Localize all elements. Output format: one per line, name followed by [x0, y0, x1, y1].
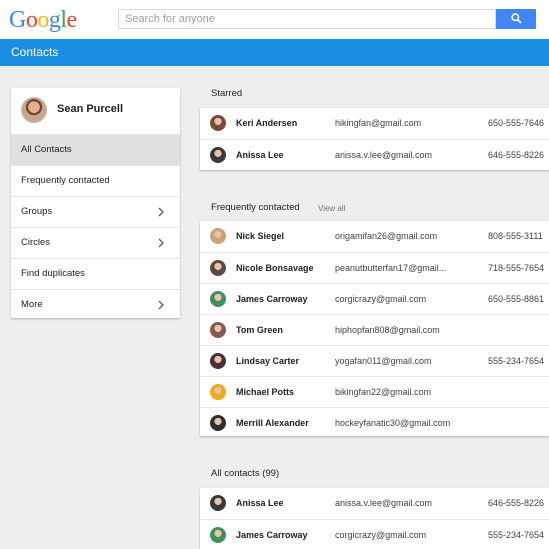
contact-avatar — [210, 291, 226, 307]
profile-name: Sean Purcell — [57, 103, 124, 115]
contact-phone: 650-555-8861 — [488, 294, 545, 304]
top-bar: Google Search for anyone — [0, 0, 549, 39]
section-title-starred: Starred — [211, 88, 243, 99]
contact-avatar — [210, 260, 226, 276]
contact-name: Nick Siegel — [236, 231, 285, 241]
section-title-frequent: Frequently contacted — [211, 202, 300, 213]
contact-name: Nicole Bonsavage — [236, 263, 314, 273]
contact-row[interactable]: Keri Andersen hikingfan@gmail.com 650-555-… — [200, 108, 549, 139]
page-title: Contacts — [11, 45, 59, 59]
contact-phone: 718-555-7654 — [488, 263, 545, 273]
section-title-all: All contacts (99) — [211, 468, 280, 479]
avatar — [21, 97, 47, 123]
logo-letter: o — [37, 7, 49, 33]
contact-row[interactable]: James Carroway corgicrazy@gmail.com 650-55… — [200, 283, 549, 314]
contact-name: James Carroway — [236, 530, 308, 540]
contact-row[interactable]: Nicole Bonsavage peanutbutterfan17@gmail.… — [200, 252, 549, 283]
chevron-right-icon — [158, 300, 164, 310]
all-contacts-card: Anissa Lee anissa.v.lee@gmail.com 646-555-… — [200, 488, 549, 549]
starred-contacts-card: Keri Andersen hikingfan@gmail.com 650-555-… — [200, 108, 549, 170]
contact-email: hikingfan@gmail.com — [335, 118, 422, 128]
contact-email: peanutbutterfan17@gmail... — [335, 263, 447, 273]
contact-email: origamifan26@gmail.com — [335, 231, 438, 241]
sidebar-item[interactable]: All Contacts — [11, 134, 180, 165]
contact-name: Michael Potts — [236, 387, 295, 397]
contact-phone: 646-555-8226 — [488, 150, 545, 160]
contact-email: corgicrazy@gmail.com — [335, 530, 427, 540]
contact-avatar — [210, 415, 226, 431]
search-button[interactable] — [496, 9, 536, 29]
contact-row[interactable]: Anissa Lee anissa.v.lee@gmail.com 646-555-… — [200, 488, 549, 519]
app-bar: Contacts — [0, 39, 549, 66]
frequent-contacts-card: Nick Siegel origamifan26@gmail.com 808-555… — [200, 221, 549, 436]
sidebar-item[interactable]: Frequently contacted — [11, 165, 180, 196]
contact-avatar — [210, 147, 226, 163]
contact-phone: 650-555-7646 — [488, 118, 545, 128]
logo-letter: o — [25, 7, 38, 33]
search-icon — [511, 13, 522, 24]
contact-row[interactable]: Merrill Alexander hockeyfanatic30@gmail.c… — [200, 407, 549, 438]
sidebar-item[interactable]: More — [11, 289, 180, 320]
contact-row[interactable]: Nick Siegel origamifan26@gmail.com 808-555… — [200, 221, 549, 252]
sidebar-item-label: All Contacts — [21, 144, 72, 155]
sidebar-item[interactable]: Groups — [11, 196, 180, 227]
sidebar-item-label: Groups — [21, 206, 53, 217]
contact-phone: 646-555-8226 — [488, 498, 545, 508]
contact-row[interactable]: Michael Potts bikingfan22@gmail.com — [200, 376, 549, 407]
contact-name: Keri Andersen — [236, 118, 298, 128]
contact-email: hockeyfanatic30@gmail.com — [335, 418, 451, 428]
logo-letter: g — [48, 7, 61, 33]
logo-letter: e — [66, 7, 78, 33]
chevron-right-icon — [158, 238, 164, 248]
contact-name: Anissa Lee — [236, 498, 284, 508]
contact-name: Lindsay Carter — [236, 356, 300, 366]
sidebar-item-label: Find duplicates — [21, 268, 85, 279]
sidebar-item[interactable]: Find duplicates — [11, 258, 180, 289]
contact-email: bikingfan22@gmail.com — [335, 387, 432, 397]
contact-avatar — [210, 228, 226, 244]
contact-row[interactable]: Tom Green hiphopfan808@gmail.com — [200, 314, 549, 345]
google-logo[interactable]: Google — [9, 6, 77, 34]
contact-avatar — [210, 495, 226, 511]
contact-email: anissa.v.lee@gmail.com — [335, 498, 433, 508]
contact-avatar — [210, 527, 226, 543]
contact-phone: 808-555-3111 — [488, 231, 543, 241]
contact-phone: 555-234-7654 — [488, 530, 545, 540]
contact-email: corgicrazy@gmail.com — [335, 294, 427, 304]
chevron-right-icon — [158, 207, 164, 217]
contact-row[interactable]: Anissa Lee anissa.v.lee@gmail.com 646-555-… — [200, 139, 549, 170]
contact-phone: 555-234-7654 — [488, 356, 545, 366]
contact-row[interactable]: Lindsay Carter yogafan011@gmail.com 555-23… — [200, 345, 549, 376]
contact-email: yogafan011@gmail.com — [335, 356, 432, 366]
contact-name: James Carroway — [236, 294, 308, 304]
contact-name: Tom Green — [236, 325, 283, 335]
contact-row[interactable]: James Carroway corgicrazy@gmail.com 555-23… — [200, 519, 549, 549]
contact-name: Anissa Lee — [236, 150, 284, 160]
view-all-link[interactable]: View all — [318, 203, 345, 215]
profile-header[interactable]: Sean Purcell — [11, 88, 180, 134]
sidebar-item-label: Circles — [21, 237, 51, 248]
logo-letter: G — [9, 7, 26, 33]
contact-avatar — [210, 115, 226, 131]
sidebar-item-label: More — [21, 299, 43, 310]
contact-email: hiphopfan808@gmail.com — [335, 325, 440, 335]
contact-avatar — [210, 384, 226, 400]
search-input[interactable]: Search for anyone — [118, 9, 496, 29]
contact-email: anissa.v.lee@gmail.com — [335, 150, 433, 160]
contact-avatar — [210, 353, 226, 369]
contact-name: Merrill Alexander — [236, 418, 309, 428]
contact-avatar — [210, 322, 226, 338]
sidebar-item[interactable]: Circles — [11, 227, 180, 258]
sidebar-item-label: Frequently contacted — [21, 175, 110, 186]
sidebar: Sean Purcell All Contacts Frequently cont… — [11, 88, 180, 318]
